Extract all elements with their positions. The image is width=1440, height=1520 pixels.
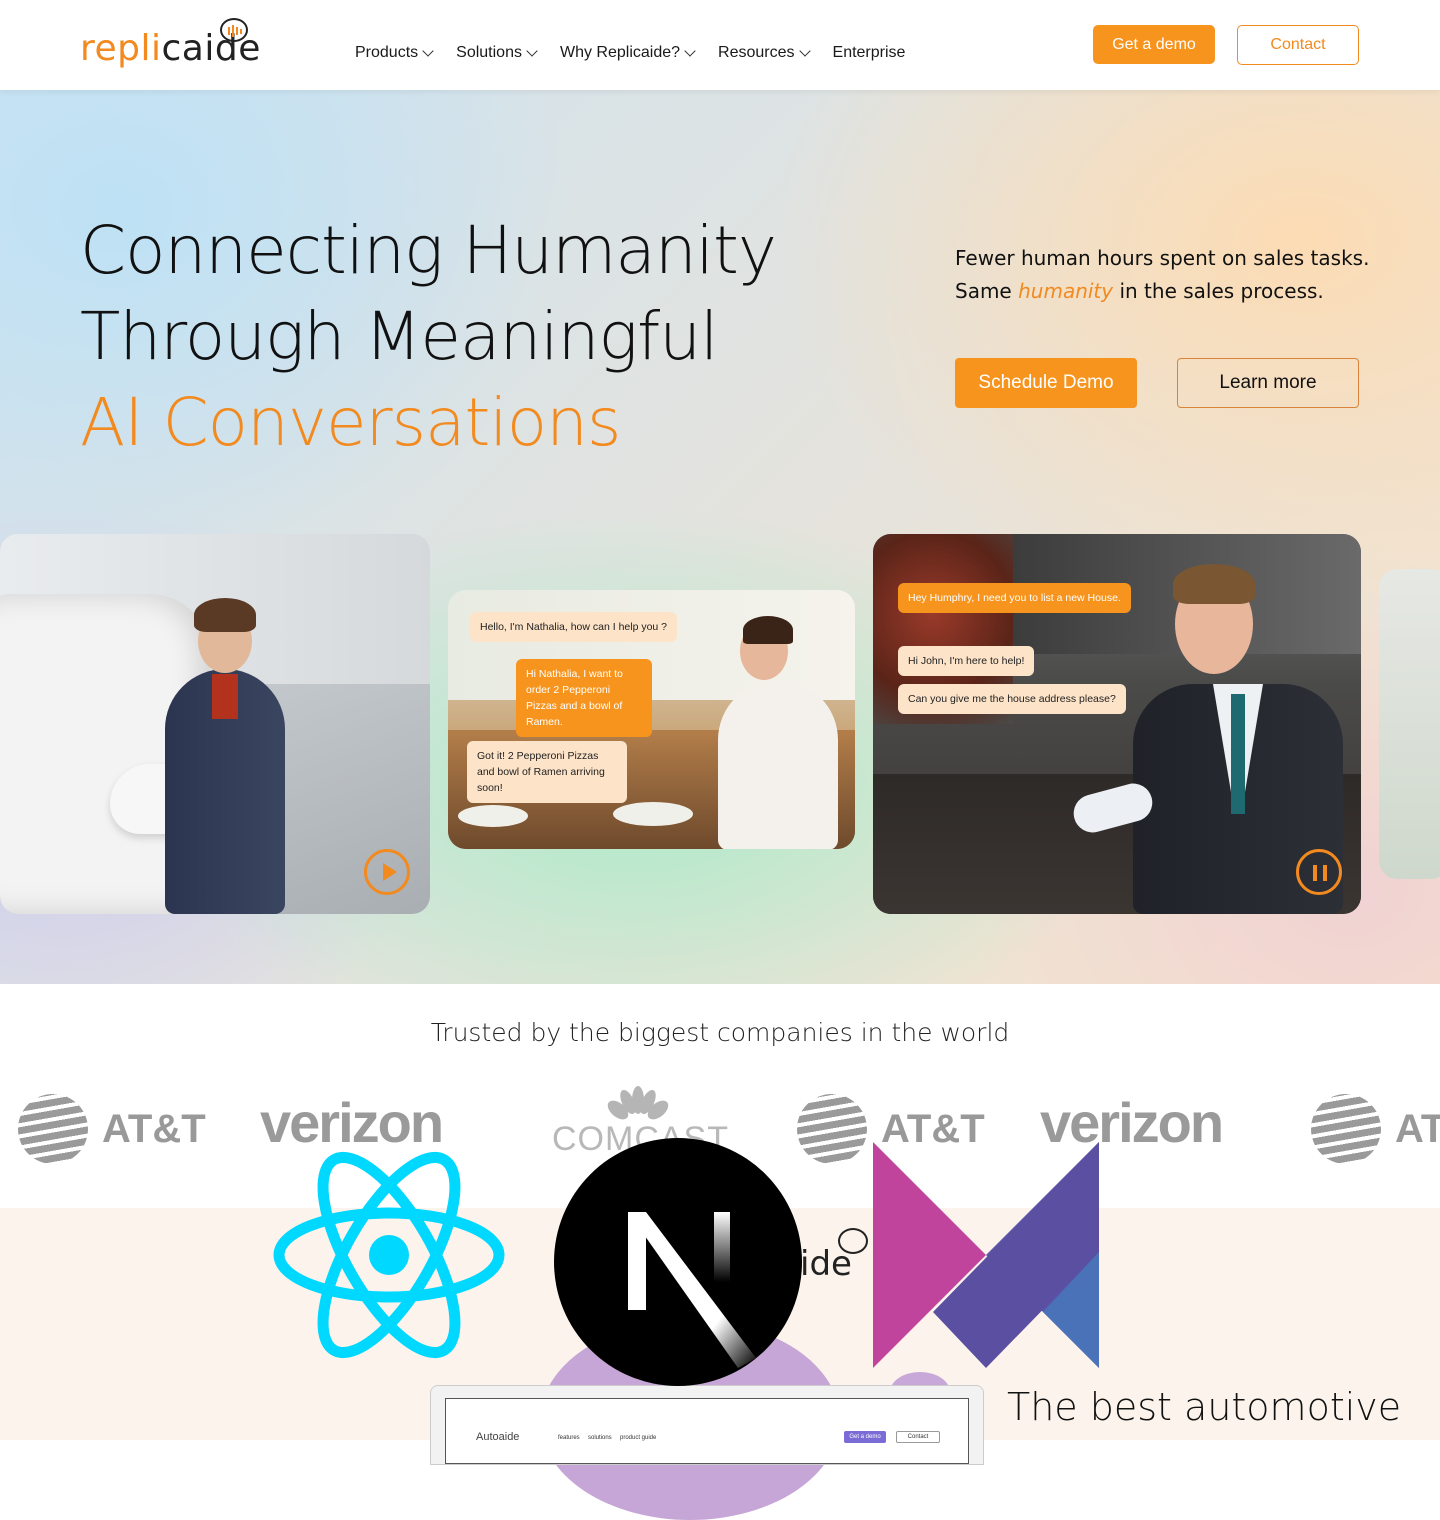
chat-bubble: Got it! 2 Pepperoni Pizzas and bowl of R…	[467, 741, 627, 803]
chevron-down-icon	[526, 45, 538, 57]
nav-enterprise[interactable]: Enterprise	[833, 44, 906, 62]
brand-part1: repli	[80, 28, 162, 69]
react-logo	[273, 1151, 505, 1359]
nav-solutions[interactable]: Solutions	[456, 44, 538, 62]
laptop-mockup: Autoaide features solutions product guid…	[430, 1385, 984, 1465]
video-card-restaurant[interactable]: Hello, I'm Nathalia, how can I help you …	[448, 590, 855, 849]
get-demo-button[interactable]: Get a demo	[1093, 25, 1215, 64]
nextjs-logo	[554, 1138, 802, 1386]
att-logo: AT&T	[18, 1094, 206, 1164]
chevron-down-icon	[684, 45, 696, 57]
play-icon[interactable]	[364, 849, 410, 895]
sound-bubble-icon	[838, 1228, 868, 1254]
chat-bubble: Hello, I'm Nathalia, how can I help you …	[470, 612, 678, 642]
chat-bubble: Hey Humphry, I need you to list a new Ho…	[898, 583, 1131, 613]
chat-bubble: Hi John, I'm here to help!	[898, 646, 1035, 676]
pause-icon[interactable]	[1296, 849, 1342, 895]
schedule-demo-button[interactable]: Schedule Demo	[955, 358, 1137, 408]
learn-more-button[interactable]: Learn more	[1177, 358, 1359, 408]
hero-subtext: Fewer human hours spent on sales tasks. …	[955, 246, 1370, 303]
video-card-car[interactable]	[0, 534, 430, 914]
video-card-partial[interactable]	[1379, 569, 1440, 879]
contact-button[interactable]: Contact	[1237, 25, 1359, 65]
m-logo	[873, 1142, 1099, 1368]
hero-section: Connecting Humanity Through Meaningful A…	[0, 90, 1440, 984]
chat-bubble: Can you give me the house address please…	[898, 684, 1126, 714]
nav-products[interactable]: Products	[355, 44, 434, 62]
chevron-down-icon	[422, 45, 434, 57]
sound-bubble-icon	[220, 18, 248, 42]
nav-resources[interactable]: Resources	[718, 44, 811, 62]
main-nav: Products Solutions Why Replicaide? Resou…	[355, 44, 905, 62]
laptop-screen: Autoaide features solutions product guid…	[445, 1398, 969, 1464]
top-navbar: replicaide Products Solutions Why Replic…	[0, 0, 1440, 90]
woman-figure	[718, 680, 838, 849]
verizon-logo: verizon	[260, 1091, 444, 1154]
peacock-icon	[607, 1086, 669, 1120]
trusted-heading: Trusted by the biggest companies in the …	[430, 1018, 1010, 1047]
chevron-down-icon	[798, 45, 811, 57]
video-card-realestate[interactable]: Hey Humphry, I need you to list a new Ho…	[873, 534, 1361, 914]
nav-why[interactable]: Why Replicaide?	[560, 44, 696, 62]
att-logo: AT&T	[1311, 1094, 1440, 1164]
laptop-brand: Autoaide	[476, 1431, 520, 1443]
chat-bubble: Hi Nathalia, I want to order 2 Pepperoni…	[516, 659, 652, 737]
section-heading: The best automotive	[1007, 1385, 1402, 1429]
hero-headline: Connecting Humanity Through Meaningful A…	[80, 212, 777, 461]
